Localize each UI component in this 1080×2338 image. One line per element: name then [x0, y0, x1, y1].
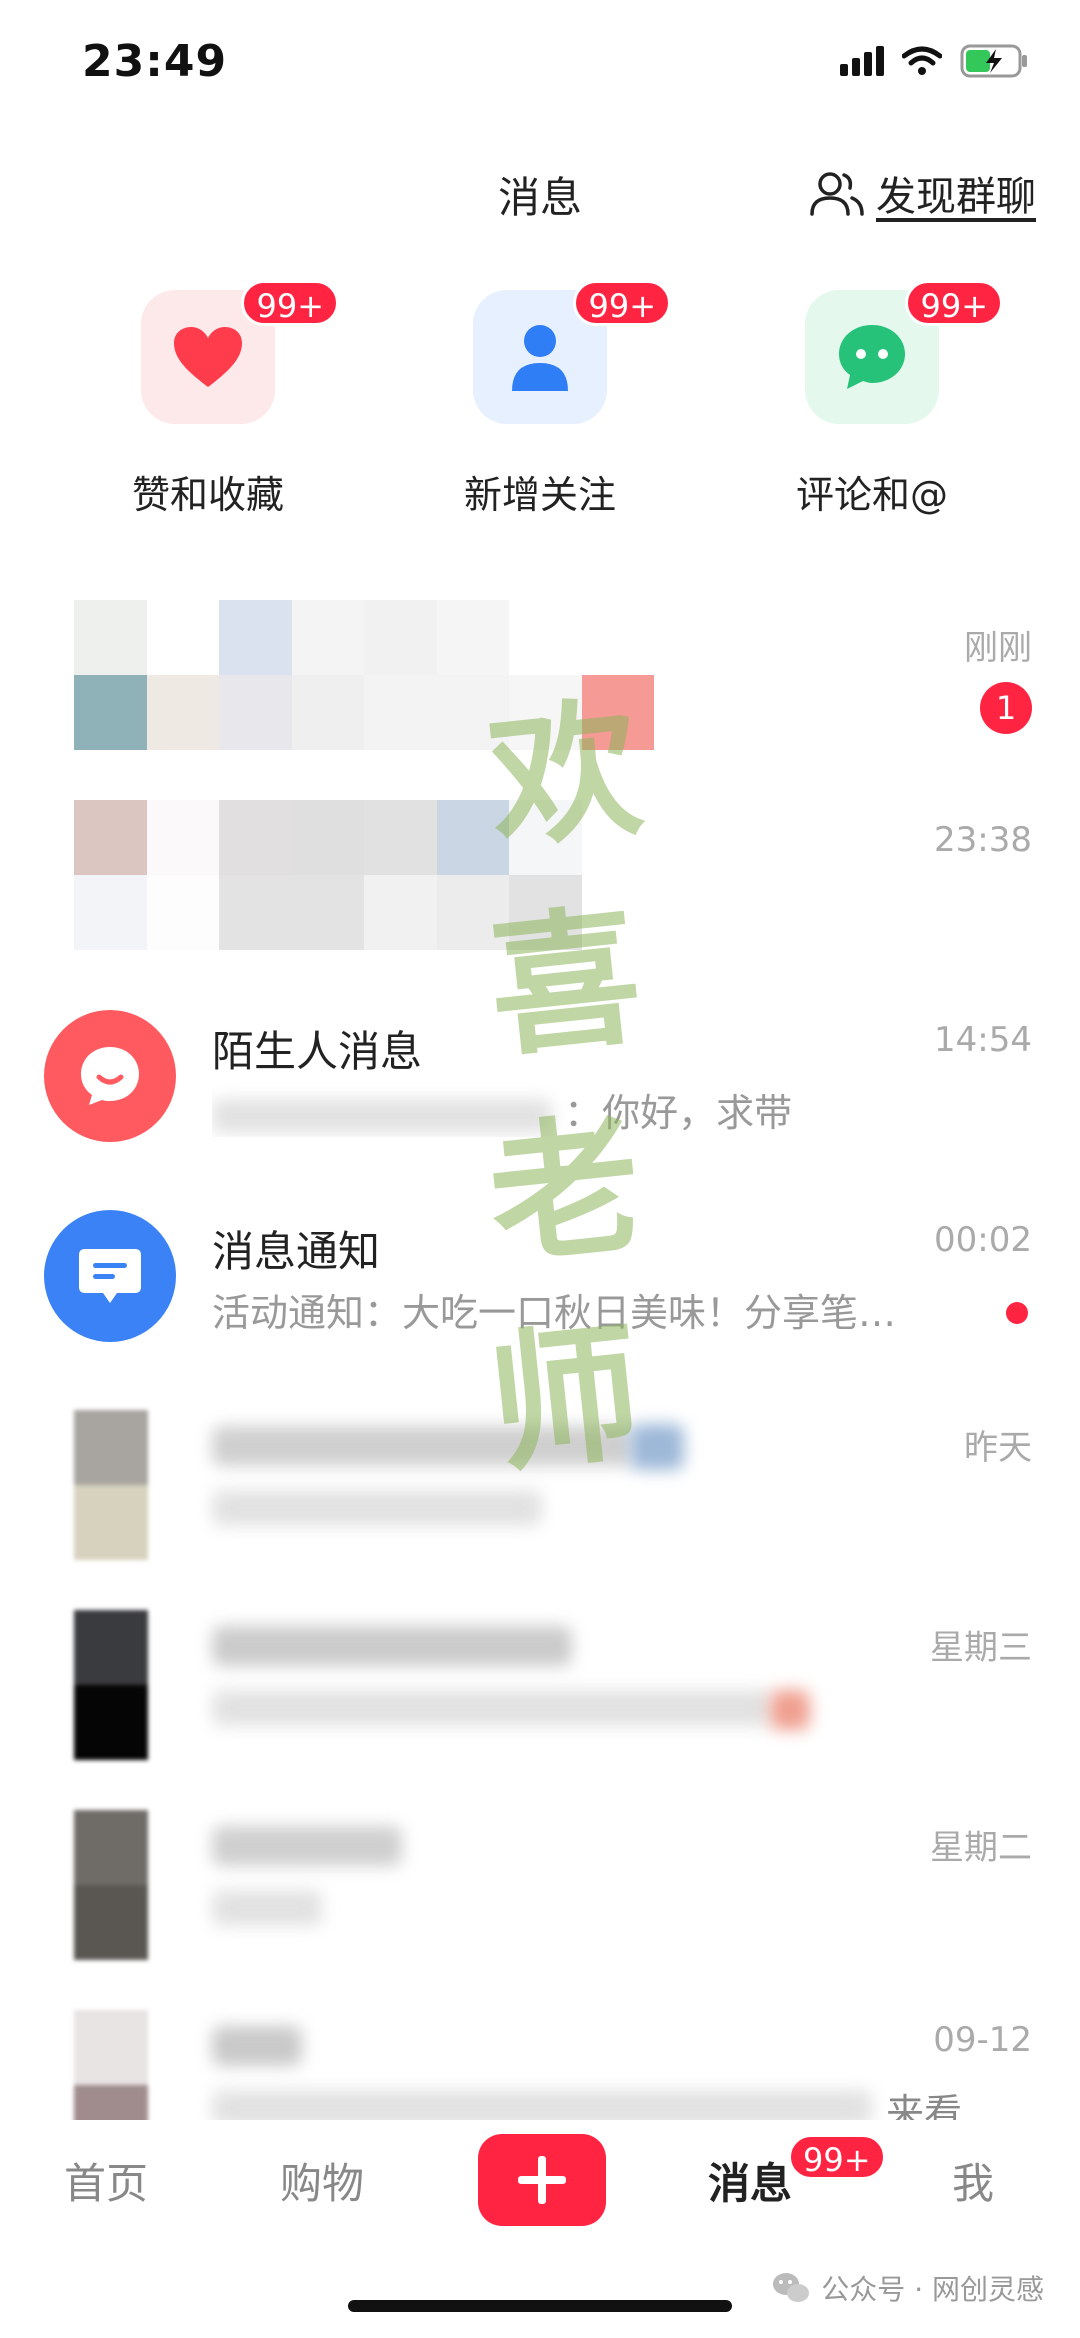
notification-message-icon: [79, 1249, 141, 1303]
blurred-content: [74, 800, 654, 950]
wechat-account-mark: 公众号 · 网创灵感: [771, 2268, 1044, 2308]
chat-bubble-icon: [839, 325, 905, 389]
plus-icon: [518, 2156, 566, 2204]
conversation-preview: ：你好，求带: [212, 1082, 1022, 1137]
new-followers-label: 新增关注: [463, 473, 616, 517]
conversation-time: 14:54: [934, 1020, 1032, 1060]
blurred-preview: [212, 1890, 322, 1926]
wechat-account-label: 公众号 · 网创灵感: [821, 2273, 1044, 2306]
blurred-preview: [212, 1490, 542, 1526]
group-users-icon: [810, 172, 864, 216]
blurred-name: [212, 1826, 402, 1866]
message-bubble-icon: [81, 1047, 139, 1105]
nav-messages[interactable]: 消息: [708, 2150, 792, 2211]
conversation-preview-text: ：你好，求带: [564, 1091, 793, 1135]
conversation-time: 23:38: [934, 820, 1032, 860]
conversation-row-stranger-messages[interactable]: 陌生人消息 ：你好，求带 14:54: [0, 990, 1080, 1190]
blurred-name: [212, 2026, 302, 2066]
wechat-icon: [773, 2273, 810, 2302]
blurred-name: [212, 1426, 632, 1466]
likes-badge: 99+: [241, 280, 339, 326]
blurred-emoji: [770, 1690, 810, 1730]
unread-dot: [1006, 1302, 1028, 1324]
header: 消息 发现群聊: [0, 150, 1080, 240]
conversation-name: 陌生人消息: [212, 1027, 423, 1076]
comments-and-mentions-label: 评论和@: [795, 473, 948, 517]
conversation-time: 刚刚: [964, 628, 1032, 668]
followers-badge: 99+: [573, 280, 671, 326]
new-followers-button[interactable]: 99+ 新增关注: [420, 280, 671, 519]
notifications-avatar: [44, 1210, 176, 1342]
conversation-time: 09-12: [933, 2020, 1032, 2060]
blurred-avatar: [74, 1610, 148, 1760]
nav-shop[interactable]: 购物: [280, 2150, 364, 2211]
conversation-time: 星期二: [930, 1828, 1032, 1868]
status-bar: 23:49: [0, 0, 1080, 130]
status-time: 23:49: [82, 36, 228, 87]
wifi-icon: [902, 46, 942, 75]
blurred-preview: [212, 1690, 772, 1726]
conversation-time: 昨天: [964, 1428, 1032, 1468]
blurred-sender: [212, 1098, 552, 1133]
conversation-name: 消息通知: [212, 1227, 381, 1276]
blurred-avatar: [74, 1410, 148, 1560]
likes-and-favorites-label: 赞和收藏: [131, 473, 284, 517]
cellular-signal-icon: [840, 46, 884, 76]
blurred-avatar: [74, 1810, 148, 1960]
create-post-button[interactable]: [478, 2134, 606, 2226]
nav-messages-badge: 99+: [788, 2134, 886, 2180]
discover-group-chat-label: 发现群聊: [876, 174, 1036, 220]
conversation-row[interactable]: 23:38: [0, 790, 1080, 990]
stranger-messages-avatar: [44, 1010, 176, 1142]
user-icon: [512, 325, 568, 391]
comments-icon-tile: 99+: [805, 280, 1003, 424]
conversation-row[interactable]: 星期三: [0, 1590, 1080, 1790]
blurred-content: [74, 600, 654, 750]
quick-actions: 99+ 赞和收藏 99+ 新增关注 99+ 评论和@: [0, 280, 1080, 530]
conversation-preview: 活动通知：大吃一口秋日美味！分享笔…: [212, 1291, 897, 1335]
conversation-time: 00:02: [934, 1220, 1032, 1260]
battery-charging-icon: [960, 44, 1027, 78]
conversation-row[interactable]: 昨天: [0, 1390, 1080, 1590]
blurred-name: [212, 1626, 572, 1666]
likes-icon-tile: 99+: [141, 280, 339, 424]
home-indicator: [348, 2300, 732, 2312]
conversation-time: 星期三: [930, 1628, 1032, 1668]
conversation-row-notifications[interactable]: 消息通知 活动通知：大吃一口秋日美味！分享笔… 00:02: [0, 1190, 1080, 1390]
comments-and-mentions-button[interactable]: 99+ 评论和@: [752, 280, 1003, 519]
nav-home[interactable]: 首页: [64, 2150, 148, 2211]
likes-and-favorites-button[interactable]: 99+ 赞和收藏: [88, 280, 339, 519]
status-icons: [840, 44, 1030, 78]
followers-icon-tile: 99+: [473, 280, 671, 424]
discover-group-chat-button[interactable]: 发现群聊: [810, 164, 1036, 222]
heart-icon: [174, 327, 242, 387]
unread-count-badge: 1: [980, 682, 1032, 734]
bottom-nav: 首页 购物 消息 99+ 我: [0, 2120, 1080, 2260]
conversation-row[interactable]: 星期二: [0, 1790, 1080, 1990]
nav-me[interactable]: 我: [952, 2150, 994, 2211]
comments-badge: 99+: [905, 280, 1003, 326]
conversation-row[interactable]: 刚刚 1: [0, 590, 1080, 790]
blurred-emoji: [630, 1424, 684, 1470]
